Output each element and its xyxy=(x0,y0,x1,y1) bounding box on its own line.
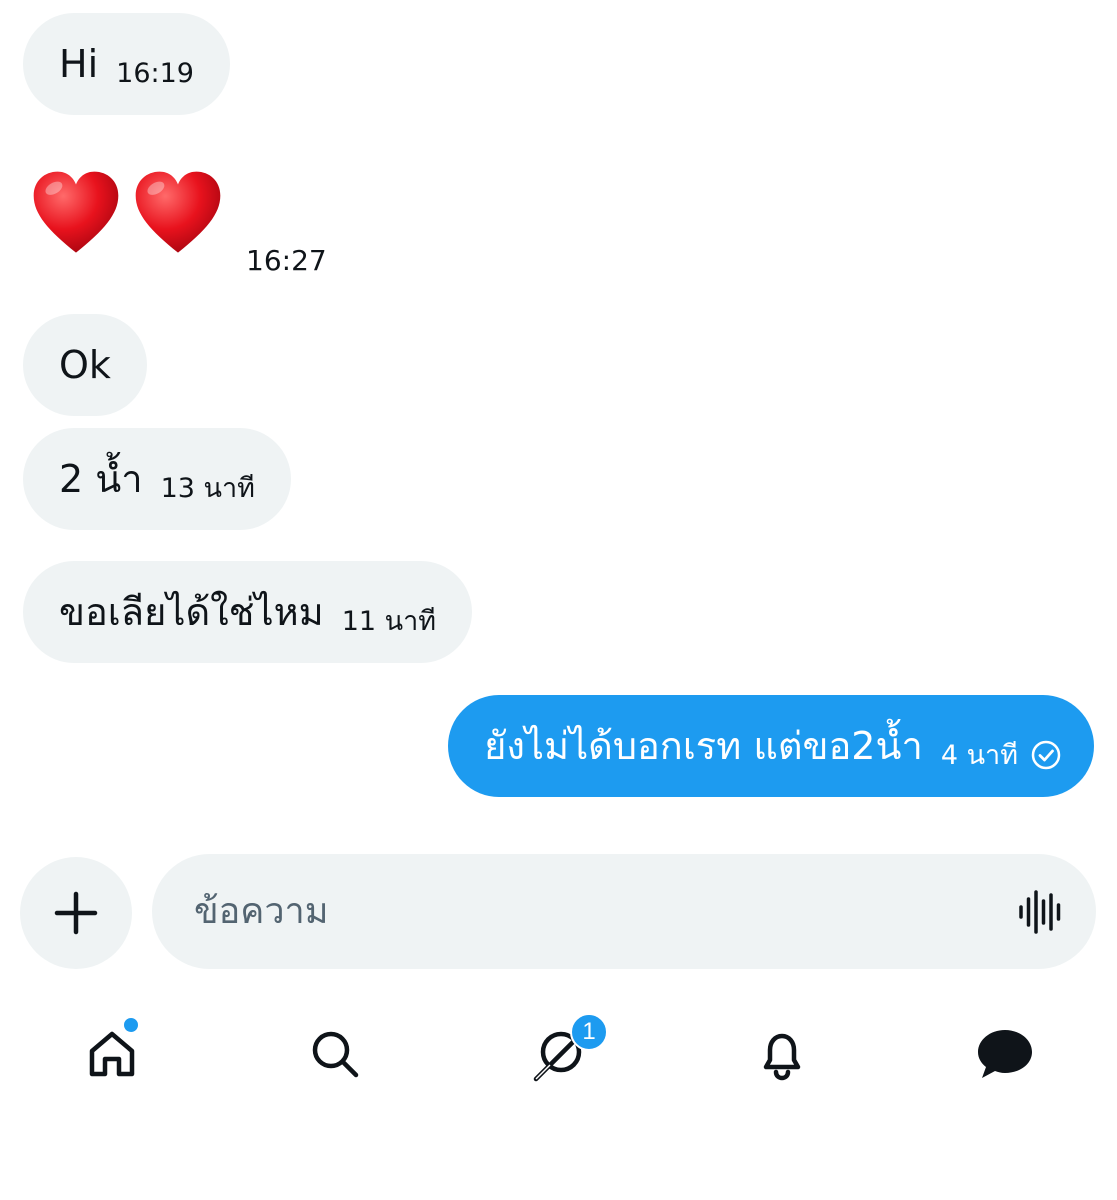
message-text: Hi xyxy=(59,42,99,86)
incoming-message[interactable]: Hi 16:19 xyxy=(23,13,230,115)
bottom-tab-bar: 1 xyxy=(0,1005,1117,1105)
tab-search[interactable] xyxy=(300,1019,370,1089)
tab-messages[interactable] xyxy=(970,1019,1040,1089)
tab-notifications[interactable] xyxy=(747,1019,817,1089)
heart-emoji-icon xyxy=(135,171,221,253)
message-time: 4 นาที xyxy=(940,739,1018,771)
bell-icon xyxy=(763,1033,801,1081)
outgoing-message[interactable]: ยังไม่ได้บอกเรท แต่ขอ2น้ำ 4 นาที xyxy=(448,695,1094,797)
tab-home[interactable] xyxy=(77,1016,147,1089)
voice-waveform-icon[interactable] xyxy=(1016,887,1066,937)
message-input[interactable] xyxy=(192,890,1016,933)
message-time: 11 นาที xyxy=(341,605,437,637)
message-text: ขอเลียได้ใช่ไหม xyxy=(59,590,324,634)
chat-screen: Hi 16:19 16:27 Ok 2 น้ำ 13 นาที ขอเลียได… xyxy=(0,0,1117,1200)
add-attachment-button[interactable] xyxy=(20,857,132,969)
message-text: Ok xyxy=(59,343,111,387)
message-text: 2 น้ำ xyxy=(59,457,143,501)
message-time: 16:27 xyxy=(246,244,327,277)
tab-grok[interactable]: 1 xyxy=(524,1013,608,1089)
sent-check-icon xyxy=(1031,740,1061,770)
message-time: 13 นาที xyxy=(160,472,255,504)
emoji-message[interactable] xyxy=(30,168,224,260)
heart-emoji-icon xyxy=(33,171,119,253)
message-composer[interactable] xyxy=(152,854,1096,969)
message-text: ยังไม่ได้บอกเรท แต่ขอ2น้ำ xyxy=(484,724,923,768)
message-bubble-icon xyxy=(978,1030,1032,1078)
search-icon xyxy=(312,1031,359,1078)
grok-badge: 1 xyxy=(570,1013,608,1051)
incoming-message[interactable]: 2 น้ำ 13 นาที xyxy=(23,428,291,530)
message-time: 16:19 xyxy=(116,57,194,89)
home-notification-dot xyxy=(122,1016,140,1034)
incoming-message[interactable]: Ok xyxy=(23,314,147,416)
incoming-message[interactable]: ขอเลียได้ใช่ไหม 11 นาที xyxy=(23,561,473,663)
plus-icon xyxy=(54,891,98,935)
